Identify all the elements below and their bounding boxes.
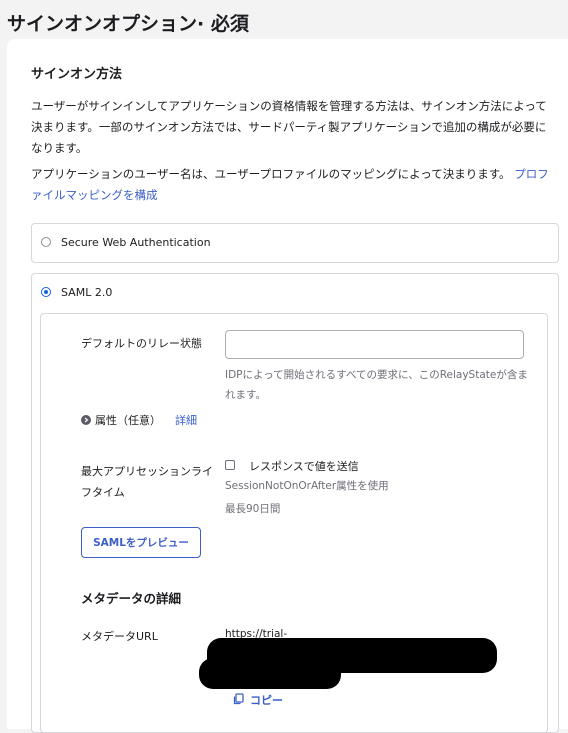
relay-state-input[interactable] <box>225 330 524 359</box>
saml-radio[interactable] <box>41 287 51 297</box>
metadata-url-label: メタデータURL <box>81 630 158 643</box>
max-session-label: 最大アプリセッションライフタイム <box>81 465 213 499</box>
swa-label[interactable]: Secure Web Authentication <box>61 236 211 249</box>
section-heading: サインオン方法 <box>31 67 123 82</box>
relay-state-help: IDPによって開始されるすべての要求に、このRelayStateが含まれます。 <box>225 369 528 401</box>
relay-state-label: デフォルトのリレー状態 <box>81 337 202 350</box>
max-days-help: 最長90日間 <box>225 503 281 515</box>
send-response-label[interactable]: レスポンスで値を送信 <box>249 458 359 474</box>
username-description: アプリケーションのユーザー名は、ユーザープロファイルのマッピングによって決まりま… <box>31 164 557 206</box>
attributes-label[interactable]: 属性（任意） <box>95 412 161 428</box>
sign-on-description: ユーザーがサインインしてアプリケーションの資格情報を管理する方法は、サインオン方… <box>31 99 547 155</box>
metadata-heading: メタデータの詳細 <box>81 591 182 606</box>
session-attr-help: SessionNotOnOrAfter属性を使用 <box>225 480 389 492</box>
attributes-row[interactable]: 属性（任意） 詳細 <box>81 412 197 428</box>
redaction-mark <box>199 658 341 689</box>
username-description-text: アプリケーションのユーザー名は、ユーザープロファイルのマッピングによって決まりま… <box>31 167 511 181</box>
copy-icon <box>233 692 244 708</box>
send-response-checkbox[interactable] <box>225 460 235 470</box>
attributes-learn-more-link[interactable]: 詳細 <box>175 412 197 428</box>
copy-button[interactable]: コピー <box>233 692 283 708</box>
preview-saml-button[interactable]: SAMLをプレビュー <box>81 527 201 558</box>
copy-label[interactable]: コピー <box>250 692 283 708</box>
saml-label[interactable]: SAML 2.0 <box>61 286 112 299</box>
page-title: サインオンオプション· 必須 <box>7 13 249 35</box>
expand-arrow-icon[interactable] <box>81 415 91 425</box>
swa-radio[interactable] <box>41 237 51 247</box>
